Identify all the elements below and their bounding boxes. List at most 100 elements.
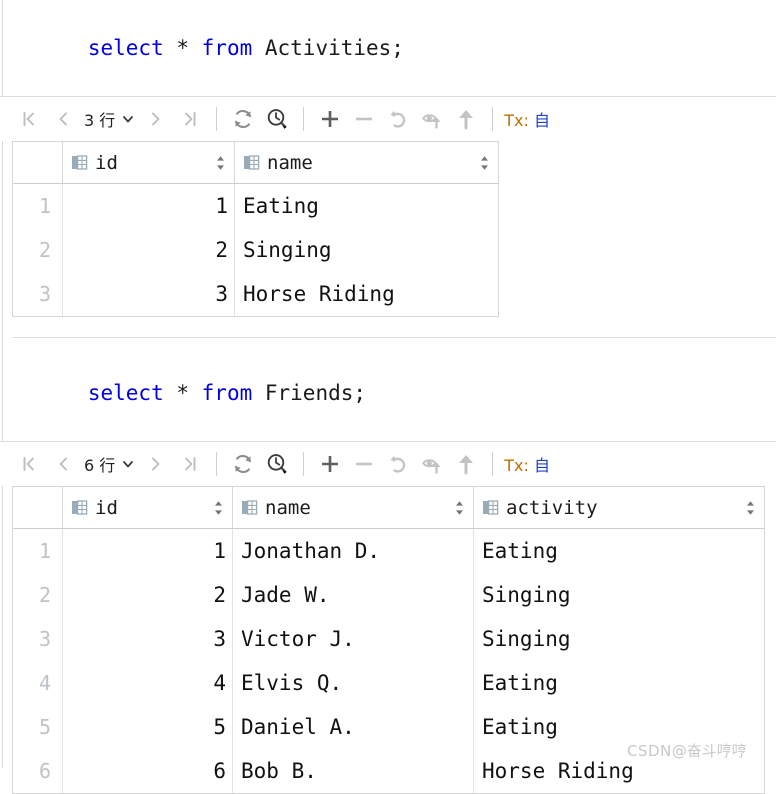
sort-toggle-icon[interactable]: [454, 499, 465, 517]
table-column-icon: [241, 499, 258, 516]
toolbar-divider: [216, 452, 218, 476]
submit-icon[interactable]: [449, 447, 483, 481]
cell-activity[interactable]: Singing: [474, 617, 764, 661]
toolbar-divider: [216, 107, 218, 131]
column-header-activity[interactable]: activity: [474, 487, 764, 528]
refresh-icon[interactable]: [226, 102, 260, 136]
table-row[interactable]: 1 1 Eating: [13, 184, 498, 228]
cell-name[interactable]: Horse Riding: [235, 272, 498, 316]
revert-selected-icon[interactable]: [415, 447, 449, 481]
sort-toggle-icon[interactable]: [479, 154, 490, 172]
cell-name[interactable]: Victor J.: [233, 617, 474, 661]
cell-name[interactable]: Jade W.: [233, 573, 474, 617]
toolbar-divider: [303, 452, 305, 476]
table-row[interactable]: 5 5 Daniel A. Eating: [13, 705, 764, 749]
column-header-id[interactable]: id: [63, 487, 233, 528]
result-grid-1[interactable]: id name 1 1 Eating 2 2 Singing 3 3 Horse…: [12, 141, 499, 317]
sql-table-name: Activities;: [252, 36, 404, 60]
table-column-icon: [71, 499, 88, 516]
grid-header-gutter: [13, 487, 63, 528]
prev-page-icon[interactable]: [46, 447, 80, 481]
toolbar-divider: [492, 452, 494, 476]
statement-block-divider: [12, 337, 776, 338]
row-number: 2: [13, 228, 63, 272]
refresh-icon[interactable]: [226, 447, 260, 481]
column-header-name[interactable]: name: [233, 487, 474, 528]
result-grid-2[interactable]: id name activity 1 1 Jonathan D. Eating …: [12, 486, 765, 794]
sql-keyword-select: select: [87, 36, 164, 60]
table-row[interactable]: 3 3 Victor J. Singing: [13, 617, 764, 661]
revert-selected-icon[interactable]: [415, 102, 449, 136]
tx-prefix: Tx:: [504, 456, 534, 475]
row-count-selector-1[interactable]: 3 行: [80, 107, 139, 131]
cell-activity[interactable]: Eating: [474, 661, 764, 705]
cell-activity[interactable]: Eating: [474, 529, 764, 573]
cell-id[interactable]: 2: [63, 228, 235, 272]
row-number: 6: [13, 749, 63, 793]
remove-row-icon[interactable]: [347, 447, 381, 481]
sql-keyword-from: from: [201, 381, 253, 405]
cell-name[interactable]: Jonathan D.: [233, 529, 474, 573]
cell-activity[interactable]: Horse Riding: [474, 749, 764, 793]
cell-name[interactable]: Elvis Q.: [233, 661, 474, 705]
cell-name[interactable]: Singing: [235, 228, 498, 272]
remove-row-icon[interactable]: [347, 102, 381, 136]
cell-id[interactable]: 6: [63, 749, 233, 793]
row-count-label: 3 行: [84, 111, 116, 130]
cell-id[interactable]: 1: [63, 529, 233, 573]
first-page-icon[interactable]: [12, 447, 46, 481]
first-page-icon[interactable]: [12, 102, 46, 136]
add-row-icon[interactable]: [313, 447, 347, 481]
cell-id[interactable]: 3: [63, 617, 233, 661]
transaction-mode-label[interactable]: Tx: 自: [502, 452, 550, 476]
submit-icon[interactable]: [449, 102, 483, 136]
sort-toggle-icon[interactable]: [215, 154, 226, 172]
row-number: 4: [13, 661, 63, 705]
query-history-icon[interactable]: [260, 102, 294, 136]
cell-name[interactable]: Eating: [235, 184, 498, 228]
toolbar-divider: [303, 107, 305, 131]
table-row[interactable]: 2 2 Singing: [13, 228, 498, 272]
table-column-icon: [71, 154, 88, 171]
row-number: 1: [13, 184, 63, 228]
cell-id[interactable]: 2: [63, 573, 233, 617]
column-header-label: id: [95, 496, 118, 519]
revert-icon[interactable]: [381, 102, 415, 136]
revert-icon[interactable]: [381, 447, 415, 481]
last-page-icon[interactable]: [173, 447, 207, 481]
cell-id[interactable]: 3: [63, 272, 235, 316]
transaction-mode-label[interactable]: Tx: 自: [502, 107, 550, 131]
cell-activity[interactable]: Eating: [474, 705, 764, 749]
table-row[interactable]: 4 4 Elvis Q. Eating: [13, 661, 764, 705]
cell-name[interactable]: Bob B.: [233, 749, 474, 793]
table-column-icon: [482, 499, 499, 516]
next-page-icon[interactable]: [139, 447, 173, 481]
sql-table-name: Friends;: [252, 381, 367, 405]
cell-id[interactable]: 4: [63, 661, 233, 705]
table-column-icon: [243, 154, 260, 171]
table-row[interactable]: 3 3 Horse Riding: [13, 272, 498, 316]
cell-id[interactable]: 1: [63, 184, 235, 228]
table-row[interactable]: 2 2 Jade W. Singing: [13, 573, 764, 617]
column-header-id[interactable]: id: [63, 142, 235, 183]
query-history-icon[interactable]: [260, 447, 294, 481]
add-row-icon[interactable]: [313, 102, 347, 136]
cell-id[interactable]: 5: [63, 705, 233, 749]
column-header-name[interactable]: name: [235, 142, 498, 183]
cell-name[interactable]: Daniel A.: [233, 705, 474, 749]
sort-toggle-icon[interactable]: [745, 499, 756, 517]
row-number: 3: [13, 272, 63, 316]
row-count-selector-2[interactable]: 6 行: [80, 452, 139, 476]
prev-page-icon[interactable]: [46, 102, 80, 136]
sql-statement-1[interactable]: select * from Activities;: [0, 0, 776, 87]
chevron-down-icon: [121, 112, 135, 126]
table-row[interactable]: 1 1 Jonathan D. Eating: [13, 529, 764, 573]
last-page-icon[interactable]: [173, 102, 207, 136]
column-header-label: id: [95, 151, 118, 174]
sort-toggle-icon[interactable]: [213, 499, 224, 517]
next-page-icon[interactable]: [139, 102, 173, 136]
table-row[interactable]: 6 6 Bob B. Horse Riding: [13, 749, 764, 793]
grid-header-row: id: [13, 487, 764, 529]
sql-statement-2[interactable]: select * from Friends;: [0, 345, 776, 432]
cell-activity[interactable]: Singing: [474, 573, 764, 617]
